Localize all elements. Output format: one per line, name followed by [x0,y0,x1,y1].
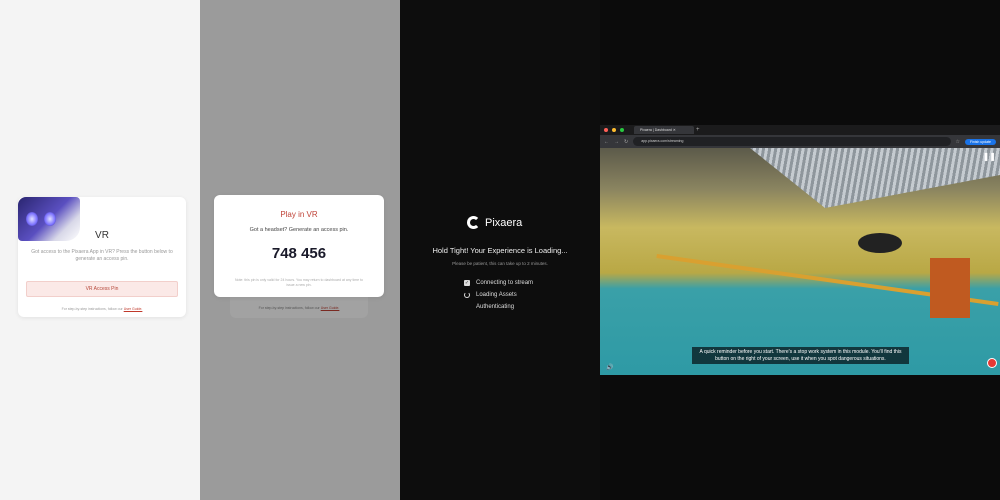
stop-work-button[interactable] [987,358,997,368]
access-pin: 748 456 [271,245,327,262]
finish-update-button[interactable]: Finish update [964,138,996,145]
close-window-button[interactable] [604,128,608,132]
machine [930,258,970,318]
brand-name: Pixaera [485,216,523,229]
modal-title: Play in VR [280,210,318,219]
pixaera-logo-icon [467,216,480,229]
user-guide-link[interactable]: User Guide. [321,306,340,310]
footer-text: For step-by-step instructions, follow ou… [258,306,321,310]
step-label: Loading Assets [476,292,517,298]
pin-modal-panel: For step-by-step instructions, follow ou… [200,0,400,500]
step-label: Authenticating [476,304,515,310]
card-description: Got access to the Pixaera App in VR? Pre… [31,249,173,262]
reload-icon[interactable]: ↻ [624,139,628,145]
address-bar-row: ← → ↻ app.pixaera.com/streaming ☆ Finish u… [600,135,1000,148]
card-title: VR [95,230,109,241]
check-icon: ✓ [464,280,470,286]
forward-icon[interactable]: → [614,139,619,145]
user-guide-link[interactable]: User Guide. [124,307,143,311]
minimize-button[interactable] [612,128,616,132]
pin-modal: Play in VR Got a headset? Generate an ac… [214,195,384,297]
star-icon[interactable]: ☆ [956,139,960,145]
vr-card: VR Got access to the Pixaera App in VR? … [18,197,186,317]
caption-text: A quick reminder before you start. There… [699,349,902,362]
robot [858,233,902,253]
loading-panel: Pixaera Hold Tight! Your Experience is L… [400,0,600,500]
caption-box: A quick reminder before you start. There… [692,347,909,364]
url-text: app.pixaera.com/streaming [641,139,684,143]
vr-access-panel: VR Got access to the Pixaera App in VR? … [0,0,200,500]
tab-bar: Pixaera | Dashboard ✕ + [600,125,1000,135]
browser-window: Pixaera | Dashboard ✕ + ← → ↻ app.pixaera.… [600,125,1000,375]
new-tab-icon[interactable]: + [696,127,700,133]
game-stream-view[interactable]: ❚❚ 🔊 A quick reminder before you start. … [600,148,1000,375]
browser-panel: Pixaera | Dashboard ✕ + ← → ↻ app.pixaera.… [600,0,1000,500]
footer-text: For step-by-step instructions, follow ou… [61,307,124,311]
vr-access-pin-button[interactable]: VR Access Pin [26,281,178,297]
roof [750,148,1000,208]
maximize-button[interactable] [620,128,624,132]
step-label: Connecting to stream [476,280,534,286]
browser-tab[interactable]: Pixaera | Dashboard ✕ [634,126,694,134]
loading-heading: Hold Tight! Your Experience is Loading..… [432,246,568,255]
loading-subheading: Please be patient, this can take up to 2… [452,261,548,266]
step-authenticating: Authenticating [464,304,514,310]
pin-note: Note: this pin is only valid for 24 hour… [234,278,364,287]
volume-icon[interactable]: 🔊 [606,364,613,371]
card-footer: For step-by-step instructions, follow ou… [18,307,186,311]
step-connecting: ✓ Connecting to stream [464,280,533,286]
spinner-icon [464,292,470,298]
back-icon[interactable]: ← [604,139,609,145]
card-footer: For step-by-step instructions, follow ou… [230,306,368,310]
step-loading-assets: Loading Assets [464,292,517,298]
address-bar[interactable]: app.pixaera.com/streaming [633,137,951,146]
modal-subtitle: Got a headset? Generate an access pin. [249,227,349,233]
tab-title: Pixaera | Dashboard [640,128,672,132]
pause-icon[interactable]: ❚❚ [983,152,996,161]
pixaera-logo: Pixaera [467,216,522,229]
